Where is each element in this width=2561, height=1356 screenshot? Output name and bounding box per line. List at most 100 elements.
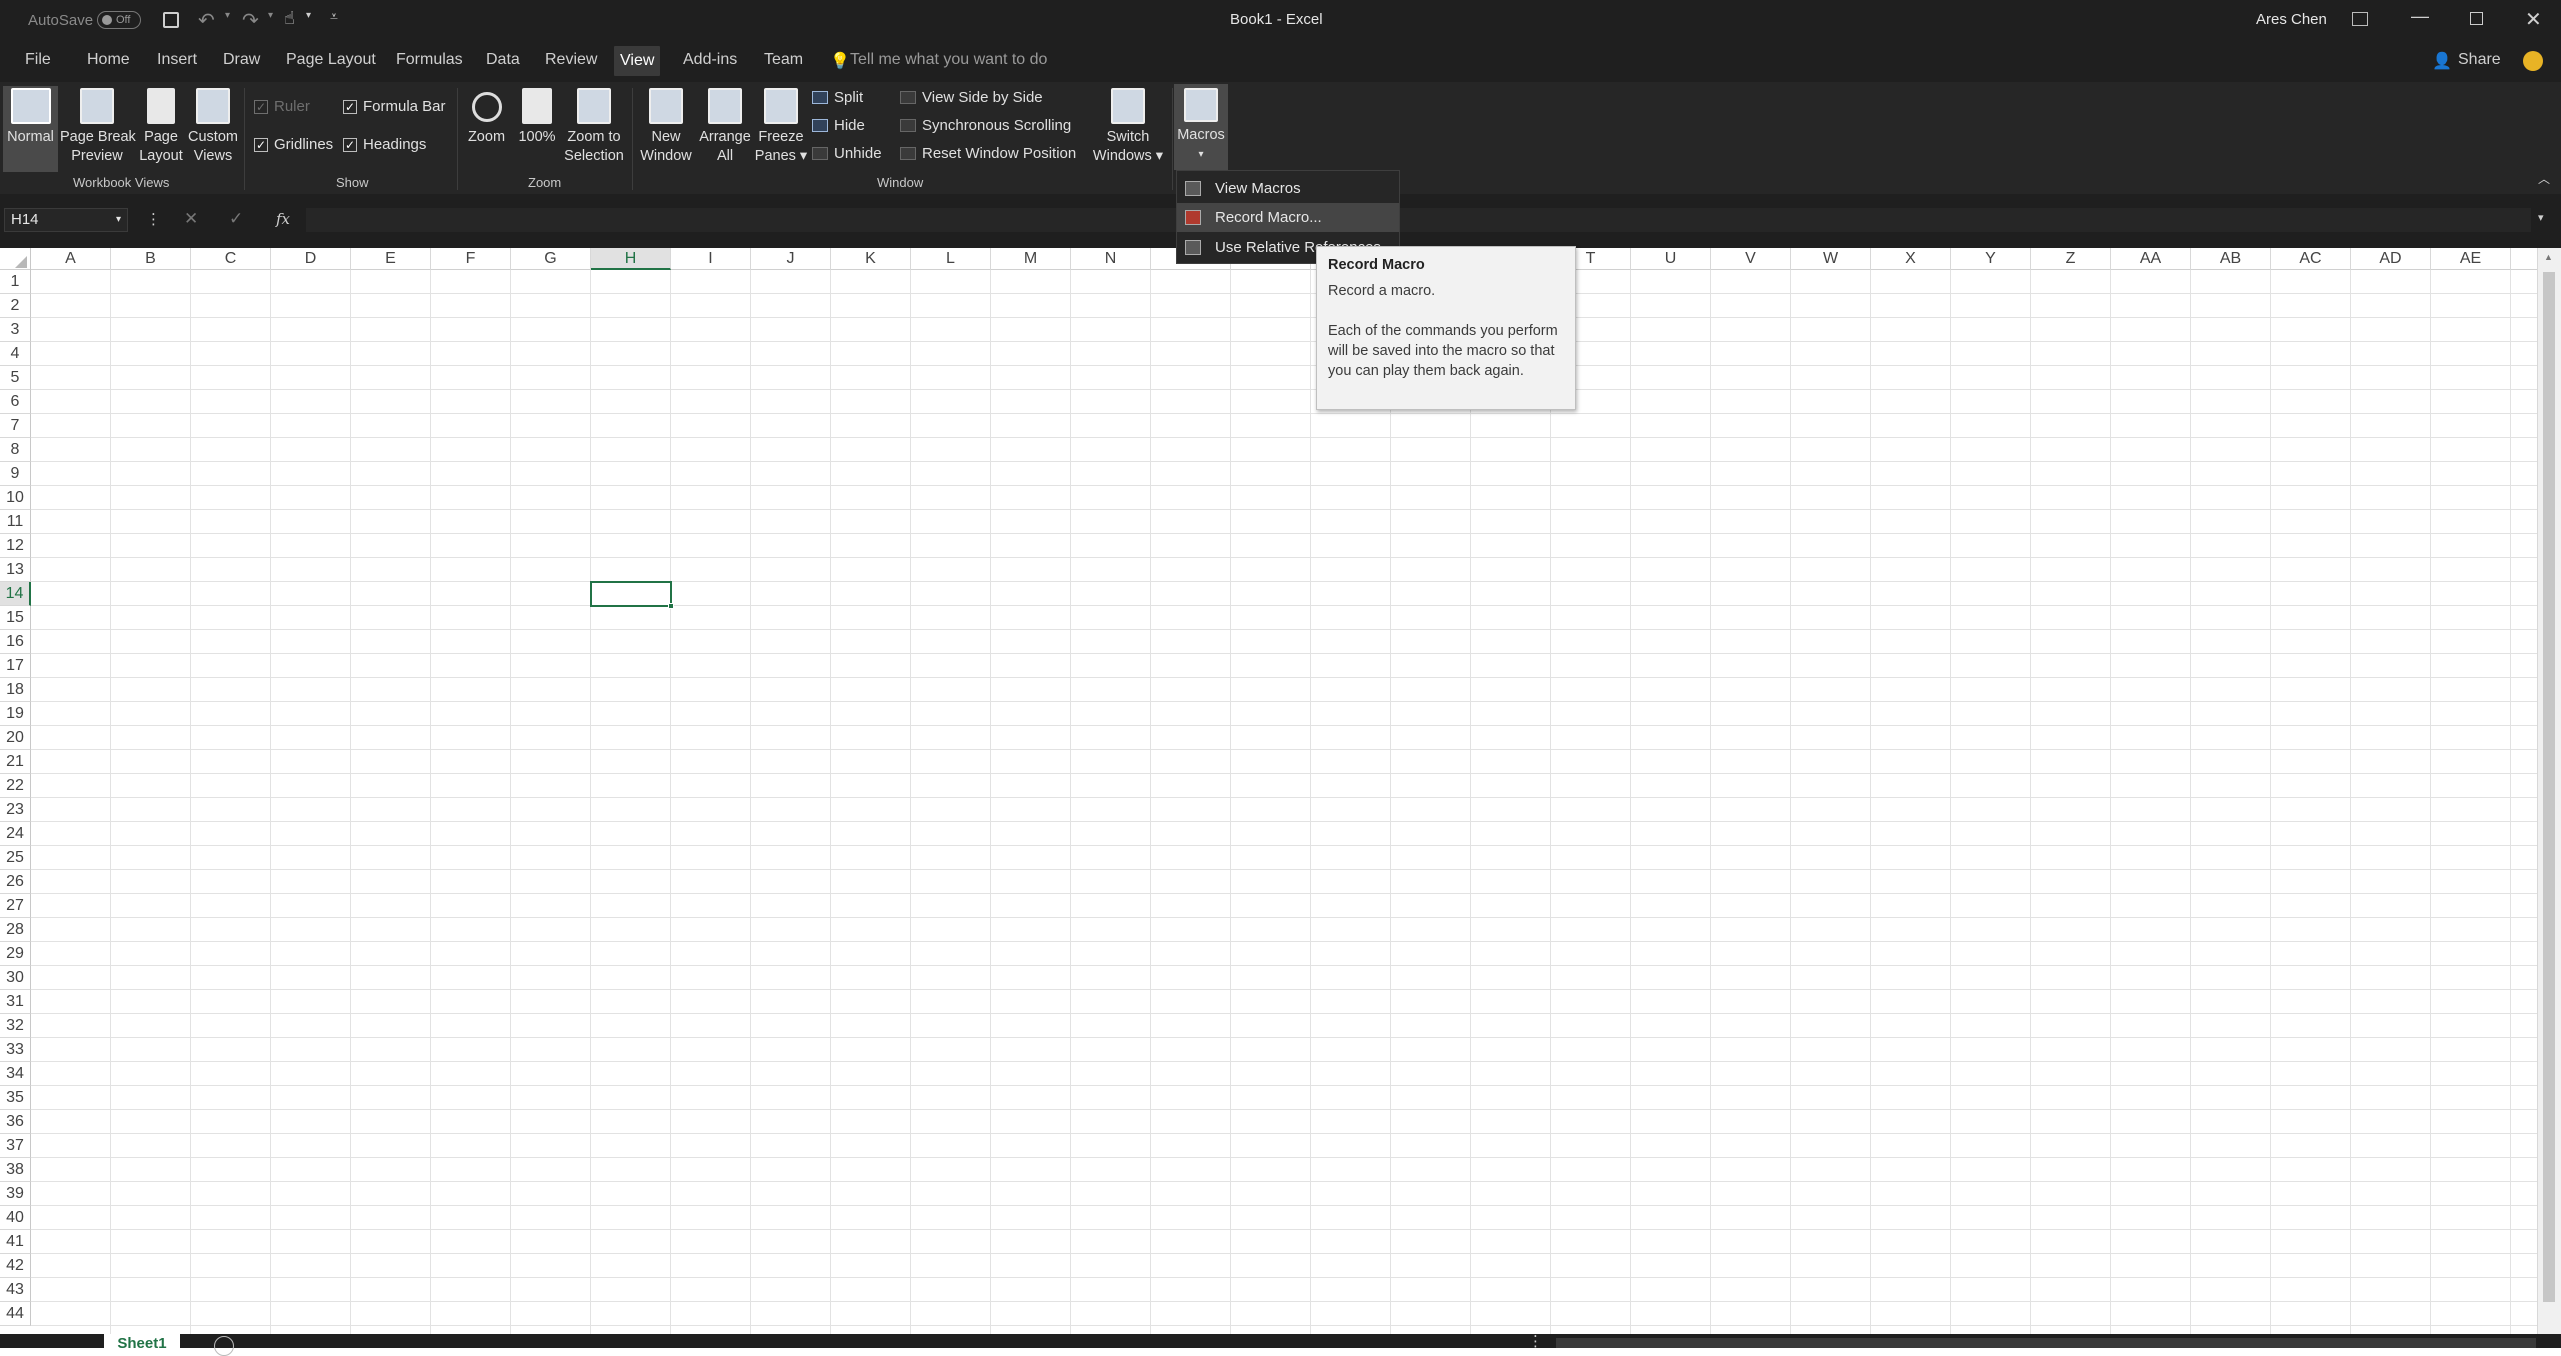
menu-item-view-macros[interactable]: View Macros	[1177, 174, 1399, 203]
column-header-H[interactable]: H	[591, 248, 671, 270]
undo-dropdown-icon[interactable]: ▾	[225, 10, 230, 21]
gridlines-checkbox[interactable]: ✓ Gridlines	[254, 136, 333, 153]
zoom-to-selection-button[interactable]: Zoom to Selection	[562, 88, 626, 166]
touch-mode-icon[interactable]: ☝	[284, 8, 295, 29]
freeze-panes-button[interactable]: Freeze Panes ▾	[754, 88, 808, 166]
row-header-2[interactable]: 2	[0, 294, 31, 318]
vertical-scrollbar[interactable]: ▲	[2537, 248, 2561, 1334]
tab-home[interactable]: Home	[87, 51, 130, 69]
row-header-35[interactable]: 35	[0, 1086, 31, 1110]
name-box[interactable]: H14 ▾	[4, 208, 128, 232]
row-header-39[interactable]: 39	[0, 1182, 31, 1206]
column-header-F[interactable]: F	[431, 248, 511, 270]
tell-me-search[interactable]: Tell me what you want to do	[850, 51, 1047, 69]
page-layout-view-button[interactable]: Page Layout	[138, 88, 184, 166]
customize-qat-icon[interactable]: ⩡	[330, 8, 338, 25]
row-header-21[interactable]: 21	[0, 750, 31, 774]
smiley-feedback-icon[interactable]	[2523, 51, 2543, 71]
split-button[interactable]: Split	[812, 89, 863, 106]
column-header-X[interactable]: X	[1871, 248, 1951, 270]
switch-windows-button[interactable]: Switch Windows ▾	[1088, 88, 1168, 166]
row-header-31[interactable]: 31	[0, 990, 31, 1014]
fill-handle[interactable]	[668, 603, 674, 609]
column-header-B[interactable]: B	[111, 248, 191, 270]
row-header-26[interactable]: 26	[0, 870, 31, 894]
row-header-32[interactable]: 32	[0, 1014, 31, 1038]
row-header-20[interactable]: 20	[0, 726, 31, 750]
column-header-Y[interactable]: Y	[1951, 248, 2031, 270]
row-header-37[interactable]: 37	[0, 1134, 31, 1158]
row-header-44[interactable]: 44	[0, 1302, 31, 1326]
new-sheet-icon[interactable]	[214, 1336, 234, 1356]
column-header-N[interactable]: N	[1071, 248, 1151, 270]
row-header-19[interactable]: 19	[0, 702, 31, 726]
normal-view-button[interactable]: Normal	[3, 86, 58, 172]
row-header-40[interactable]: 40	[0, 1206, 31, 1230]
redo-dropdown-icon[interactable]: ▾	[268, 10, 273, 21]
tab-insert[interactable]: Insert	[157, 51, 197, 69]
row-header-5[interactable]: 5	[0, 366, 31, 390]
row-header-25[interactable]: 25	[0, 846, 31, 870]
tab-review[interactable]: Review	[545, 51, 597, 69]
column-header-J[interactable]: J	[751, 248, 831, 270]
row-header-41[interactable]: 41	[0, 1230, 31, 1254]
tab-file[interactable]: File	[25, 51, 51, 69]
column-header-AB[interactable]: AB	[2191, 248, 2271, 270]
unhide-button[interactable]: Unhide	[812, 145, 882, 162]
row-header-43[interactable]: 43	[0, 1278, 31, 1302]
row-header-13[interactable]: 13	[0, 558, 31, 582]
row-header-12[interactable]: 12	[0, 534, 31, 558]
more-options-icon[interactable]: ⋮	[146, 210, 161, 228]
row-header-11[interactable]: 11	[0, 510, 31, 534]
column-header-G[interactable]: G	[511, 248, 591, 270]
tab-view[interactable]: View	[614, 46, 661, 76]
row-header-22[interactable]: 22	[0, 774, 31, 798]
row-header-30[interactable]: 30	[0, 966, 31, 990]
arrange-all-button[interactable]: Arrange All	[696, 88, 754, 166]
row-header-8[interactable]: 8	[0, 438, 31, 462]
headings-checkbox[interactable]: ✓ Headings	[343, 136, 426, 153]
expand-formula-bar-icon[interactable]: ▾	[2538, 211, 2544, 224]
column-header-M[interactable]: M	[991, 248, 1071, 270]
macros-button[interactable]: Macros ▾	[1174, 84, 1228, 170]
row-header-42[interactable]: 42	[0, 1254, 31, 1278]
scroll-up-icon[interactable]: ▲	[2544, 252, 2553, 262]
synchronous-scrolling-button[interactable]: Synchronous Scrolling	[900, 117, 1071, 134]
ruler-checkbox[interactable]: ✓ Ruler	[254, 98, 310, 115]
share-button[interactable]: Share	[2458, 51, 2501, 69]
row-header-28[interactable]: 28	[0, 918, 31, 942]
select-all-corner[interactable]	[0, 248, 31, 270]
selected-cell-H14[interactable]	[590, 581, 674, 609]
cell-grid[interactable]	[31, 270, 2537, 1334]
insert-function-icon[interactable]: fx	[276, 210, 290, 228]
row-header-15[interactable]: 15	[0, 606, 31, 630]
touch-dropdown-icon[interactable]: ▾	[306, 10, 311, 21]
row-header-34[interactable]: 34	[0, 1062, 31, 1086]
sheet-options-icon[interactable]: ⋮	[1528, 1332, 1543, 1350]
column-header-U[interactable]: U	[1631, 248, 1711, 270]
autosave-toggle[interactable]: Off	[97, 11, 141, 29]
restore-icon[interactable]	[2470, 12, 2483, 25]
scroll-thumb[interactable]	[2543, 272, 2555, 1302]
reset-window-position-button[interactable]: Reset Window Position	[900, 145, 1076, 162]
row-header-36[interactable]: 36	[0, 1110, 31, 1134]
tab-data[interactable]: Data	[486, 51, 520, 69]
new-window-button[interactable]: New Window	[638, 88, 694, 166]
column-header-AD[interactable]: AD	[2351, 248, 2431, 270]
formula-input[interactable]	[306, 208, 2531, 232]
zoom-100-button[interactable]: 100%	[514, 88, 560, 147]
row-header-14[interactable]: 14	[0, 582, 31, 606]
column-header-K[interactable]: K	[831, 248, 911, 270]
page-break-preview-button[interactable]: Page Break Preview	[60, 88, 136, 166]
menu-item-record-macro[interactable]: Record Macro...	[1177, 203, 1399, 232]
column-header-C[interactable]: C	[191, 248, 271, 270]
row-header-4[interactable]: 4	[0, 342, 31, 366]
row-header-38[interactable]: 38	[0, 1158, 31, 1182]
user-name[interactable]: Ares Chen	[2256, 11, 2327, 28]
name-box-dropdown-icon[interactable]: ▾	[116, 209, 121, 231]
undo-icon[interactable]: ↶	[198, 8, 215, 33]
collapse-ribbon-icon[interactable]: ︿	[2538, 170, 2550, 187]
row-header-17[interactable]: 17	[0, 654, 31, 678]
column-header-AC[interactable]: AC	[2271, 248, 2351, 270]
row-header-29[interactable]: 29	[0, 942, 31, 966]
